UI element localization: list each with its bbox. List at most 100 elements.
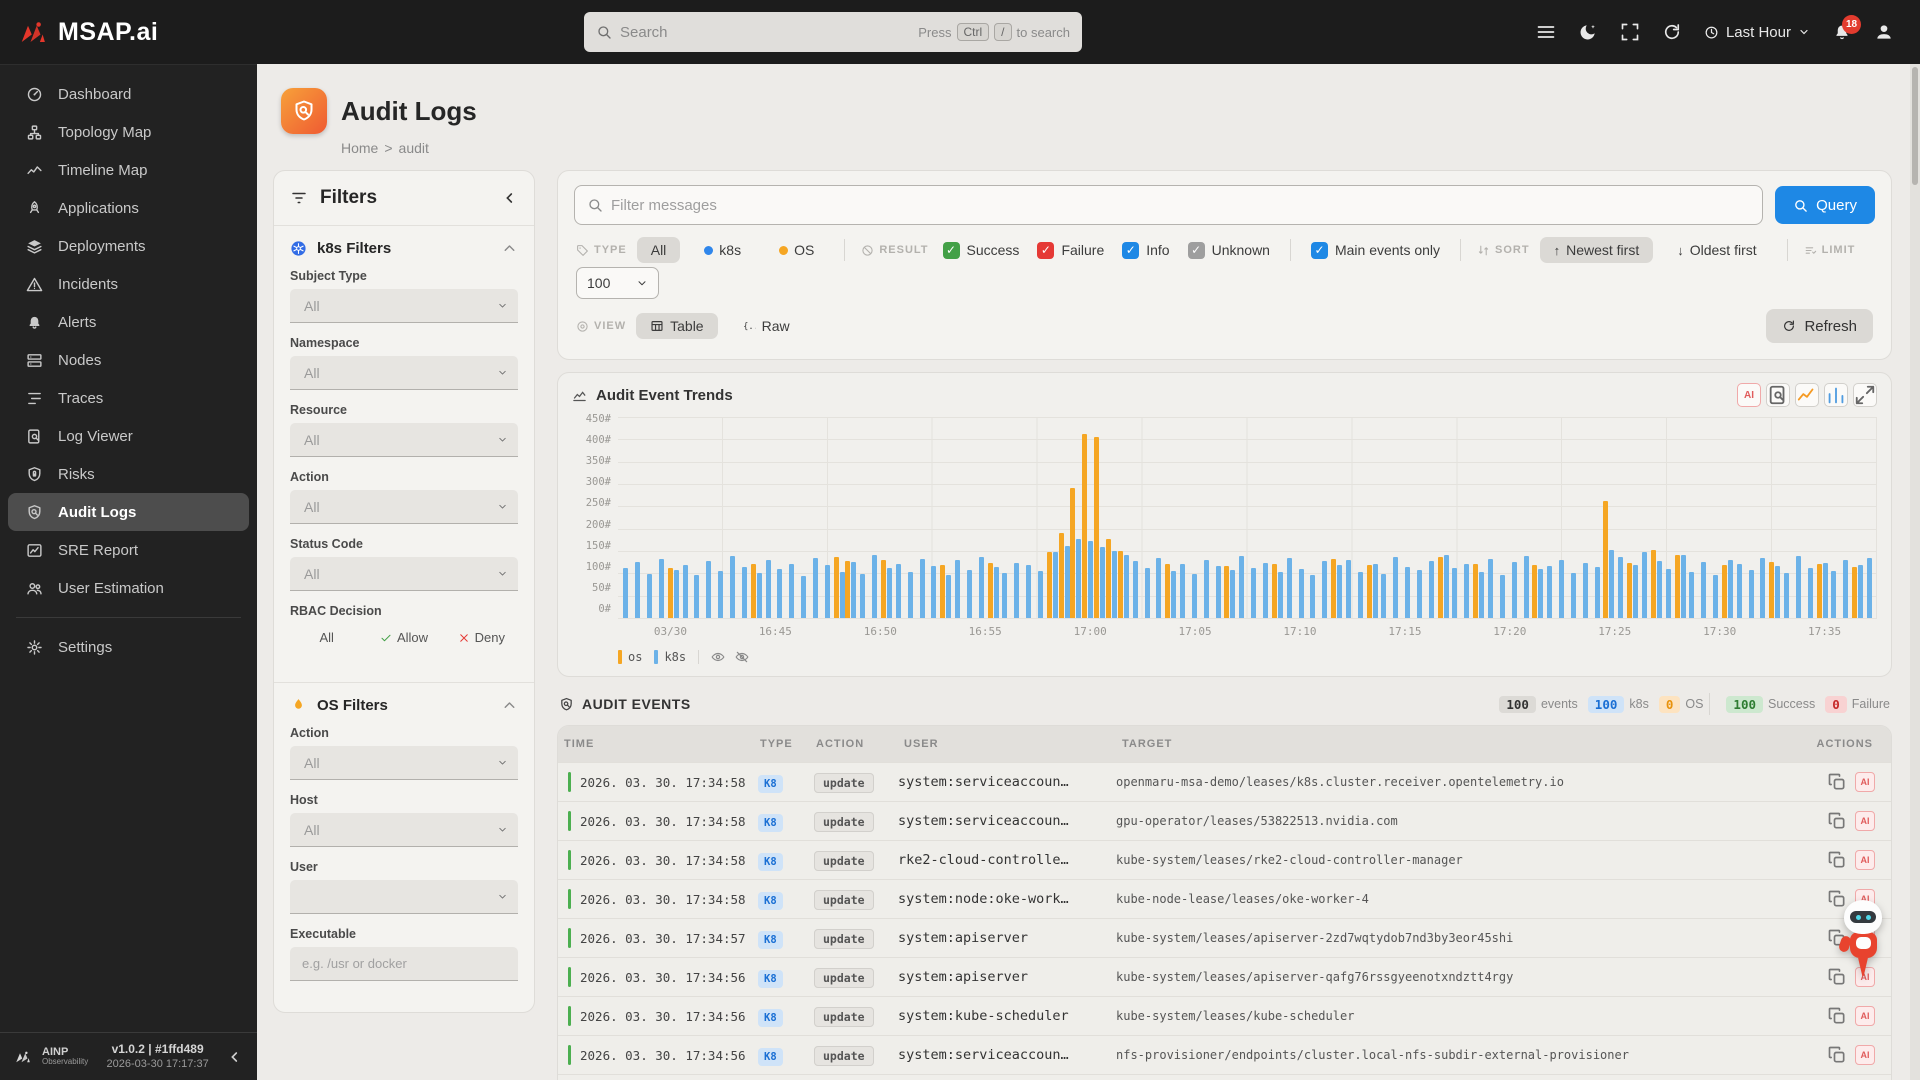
global-search[interactable]: Press Ctrl / to search xyxy=(584,12,1082,52)
k8s-bar[interactable] xyxy=(1358,572,1363,618)
time-range-selector[interactable]: Last Hour xyxy=(1704,24,1810,41)
host-select[interactable]: All xyxy=(290,813,518,847)
line-chart-icon[interactable] xyxy=(1795,383,1819,407)
k8s-bar[interactable] xyxy=(1701,562,1706,618)
log-search-icon[interactable] xyxy=(1766,383,1790,407)
k8s-bar[interactable] xyxy=(1299,569,1304,618)
k8s-bar[interactable] xyxy=(1251,568,1256,618)
sidebar-item-timeline-map[interactable]: Timeline Map xyxy=(8,151,249,189)
k8s-bar[interactable] xyxy=(1026,565,1031,618)
k8s-bar[interactable] xyxy=(1322,561,1327,618)
result-check-unknown[interactable]: ✓Unknown xyxy=(1188,242,1270,259)
k8s-bar[interactable] xyxy=(1808,568,1813,618)
k8s-bar[interactable] xyxy=(1775,566,1780,618)
k8s-bar[interactable] xyxy=(1867,558,1872,618)
copy-icon[interactable] xyxy=(1827,772,1847,792)
expand-icon[interactable] xyxy=(1853,383,1877,407)
column-header-target[interactable]: TARGET xyxy=(1116,738,1799,750)
sidebar-collapse-icon[interactable] xyxy=(227,1049,243,1065)
os-bar[interactable] xyxy=(751,564,756,618)
notifications-bell-icon[interactable]: 18 xyxy=(1832,22,1852,42)
k8s-bar[interactable] xyxy=(1373,564,1378,618)
column-header-user[interactable]: USER xyxy=(898,738,1116,750)
result-check-info[interactable]: ✓Info xyxy=(1122,242,1169,259)
os-bar[interactable] xyxy=(1165,564,1170,618)
refresh-button[interactable]: Refresh xyxy=(1766,309,1873,343)
k8s-bar[interactable] xyxy=(1088,541,1093,618)
filter-messages-field[interactable] xyxy=(574,185,1763,225)
k8s-bar[interactable] xyxy=(860,574,865,618)
k8s-bar[interactable] xyxy=(1204,560,1209,618)
k8s-bar[interactable] xyxy=(1278,572,1283,618)
k8s-bar[interactable] xyxy=(1230,570,1235,618)
k8s-bar[interactable] xyxy=(1728,560,1733,619)
k8s-bar[interactable] xyxy=(1405,567,1410,618)
query-button[interactable]: Query xyxy=(1775,186,1875,224)
k8s-bar[interactable] xyxy=(1538,569,1543,618)
ai-icon[interactable]: AI xyxy=(1855,1045,1875,1065)
sort-option-newest-first[interactable]: ↑Newest first xyxy=(1540,237,1654,263)
k8s-bar[interactable] xyxy=(1171,571,1176,618)
k8s-bar[interactable] xyxy=(766,560,771,618)
ai-icon[interactable]: AI xyxy=(1855,772,1875,792)
os-bar[interactable] xyxy=(1675,555,1680,618)
k8s-bar[interactable] xyxy=(674,570,679,618)
k8s-bar[interactable] xyxy=(801,576,806,618)
chevron-up-icon[interactable] xyxy=(501,240,518,257)
k8s-bar[interactable] xyxy=(955,560,960,618)
k8s-bar[interactable] xyxy=(1749,570,1754,618)
k8s-bar[interactable] xyxy=(647,574,652,618)
table-row[interactable]: 2026. 03. 30. 17:34:57 K8 update system:… xyxy=(558,918,1891,957)
main-events-only-check[interactable]: ✓Main events only xyxy=(1311,242,1440,259)
k8s-bar[interactable] xyxy=(730,556,735,618)
os-bar[interactable] xyxy=(1082,434,1087,618)
sidebar-item-deployments[interactable]: Deployments xyxy=(8,227,249,265)
k8s-bar[interactable] xyxy=(1180,564,1185,618)
copy-icon[interactable] xyxy=(1827,1006,1847,1026)
k8s-bar[interactable] xyxy=(1038,571,1043,618)
k8s-bar[interactable] xyxy=(1479,572,1484,618)
column-header-time[interactable]: TIME xyxy=(558,738,754,750)
table-row[interactable]: 2026. 03. 30. 17:34:58 K8 update system:… xyxy=(558,801,1891,840)
action-select[interactable]: All xyxy=(290,746,518,780)
sidebar-item-alerts[interactable]: Alerts xyxy=(8,303,249,341)
status-code-select[interactable]: All xyxy=(290,557,518,591)
k8s-bar[interactable] xyxy=(1858,565,1863,618)
k8s-bar[interactable] xyxy=(623,568,628,618)
k8s-bar[interactable] xyxy=(896,564,901,618)
k8s-bar[interactable] xyxy=(635,562,640,618)
os-bar[interactable] xyxy=(1769,562,1774,618)
os-bar[interactable] xyxy=(1047,552,1052,618)
type-option-k8s[interactable]: k8s xyxy=(690,237,755,263)
sidebar-item-risks[interactable]: Risks xyxy=(8,455,249,493)
os-bar[interactable] xyxy=(940,565,945,618)
k8s-bar[interactable] xyxy=(840,572,845,618)
k8s-bar[interactable] xyxy=(1681,555,1686,618)
k8s-bar[interactable] xyxy=(1014,563,1019,618)
result-check-failure[interactable]: ✓Failure xyxy=(1037,242,1104,259)
os-bar[interactable] xyxy=(1070,488,1075,618)
k8s-bar[interactable] xyxy=(1595,567,1600,618)
option-all[interactable]: All xyxy=(292,626,361,649)
k8s-bar[interactable] xyxy=(1263,563,1268,618)
k8s-bar[interactable] xyxy=(789,564,794,618)
fullscreen-icon[interactable] xyxy=(1620,22,1640,42)
k8s-bar[interactable] xyxy=(872,555,877,618)
k8s-bar[interactable] xyxy=(1760,558,1765,618)
k8s-bar[interactable] xyxy=(1444,555,1449,618)
k8s-bar[interactable] xyxy=(851,562,856,618)
subject-type-select[interactable]: All xyxy=(290,289,518,323)
menu-icon[interactable] xyxy=(1536,22,1556,42)
k8s-bar[interactable] xyxy=(979,557,984,618)
column-header-action[interactable]: ACTION xyxy=(810,738,898,750)
os-bar[interactable] xyxy=(1106,539,1111,618)
k8s-bar[interactable] xyxy=(1657,561,1662,618)
k8s-bar[interactable] xyxy=(887,568,892,618)
k8s-bar[interactable] xyxy=(946,575,951,618)
k8s-bar[interactable] xyxy=(1737,564,1742,618)
os-bar[interactable] xyxy=(668,568,673,618)
k8s-bar[interactable] xyxy=(1065,546,1070,618)
chevron-up-icon[interactable] xyxy=(501,697,518,714)
os-bar[interactable] xyxy=(1627,563,1632,618)
os-bar[interactable] xyxy=(1272,564,1277,618)
